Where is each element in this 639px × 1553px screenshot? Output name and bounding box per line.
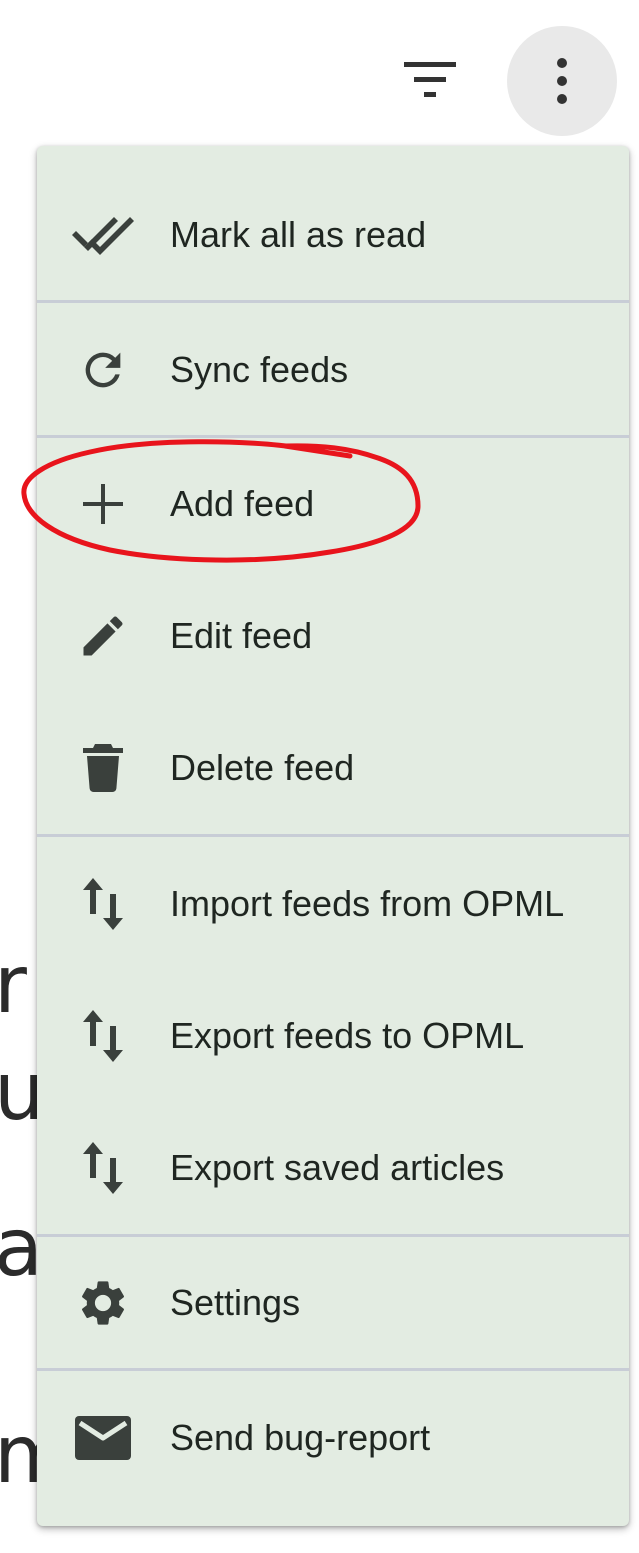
background-text-fragment: r <box>0 938 27 1031</box>
swap-vert-icon <box>67 1132 139 1204</box>
menu-item-edit-feed[interactable]: Edit feed <box>37 570 629 702</box>
filter-button[interactable] <box>395 50 465 110</box>
menu-item-label: Export feeds to OPML <box>170 1015 525 1056</box>
swap-vert-icon <box>67 1000 139 1072</box>
menu-item-label: Send bug-report <box>170 1417 431 1458</box>
trash-icon <box>67 732 139 804</box>
menu-item-settings[interactable]: Settings <box>37 1237 629 1369</box>
menu-item-label: Add feed <box>170 483 315 524</box>
menu-item-label: Sync feeds <box>170 349 349 390</box>
add-icon <box>67 468 139 540</box>
more-vert-icon <box>557 58 567 104</box>
menu-item-import-opml[interactable]: Import feeds from OPML <box>37 838 629 970</box>
edit-pencil-icon <box>67 600 139 672</box>
menu-item-label: Edit feed <box>170 615 313 656</box>
overflow-menu: Mark all as read Sync feeds Add feed Edi… <box>37 146 629 1526</box>
more-options-button[interactable] <box>507 26 617 136</box>
menu-item-delete-feed[interactable]: Delete feed <box>37 702 629 834</box>
menu-item-add-feed[interactable]: Add feed <box>37 438 629 570</box>
menu-divider <box>37 834 629 837</box>
gear-icon <box>67 1267 139 1339</box>
menu-item-label: Import feeds from OPML <box>170 883 565 924</box>
menu-item-sync-feeds[interactable]: Sync feeds <box>37 304 629 436</box>
refresh-icon <box>67 334 139 406</box>
menu-item-send-bug-report[interactable]: Send bug-report <box>37 1372 629 1504</box>
menu-item-label: Delete feed <box>170 747 355 788</box>
menu-item-export-saved-articles[interactable]: Export saved articles <box>37 1102 629 1234</box>
done-all-icon <box>67 199 139 271</box>
menu-item-export-opml[interactable]: Export feeds to OPML <box>37 970 629 1102</box>
menu-item-label: Settings <box>170 1282 301 1323</box>
mail-icon <box>67 1402 139 1474</box>
filter-list-icon <box>404 62 456 97</box>
menu-item-mark-all-read[interactable]: Mark all as read <box>37 169 629 301</box>
menu-item-label: Mark all as read <box>170 214 427 255</box>
swap-vert-icon <box>67 868 139 940</box>
menu-divider <box>37 300 629 303</box>
menu-item-label: Export saved articles <box>170 1147 505 1188</box>
menu-divider <box>37 1368 629 1371</box>
